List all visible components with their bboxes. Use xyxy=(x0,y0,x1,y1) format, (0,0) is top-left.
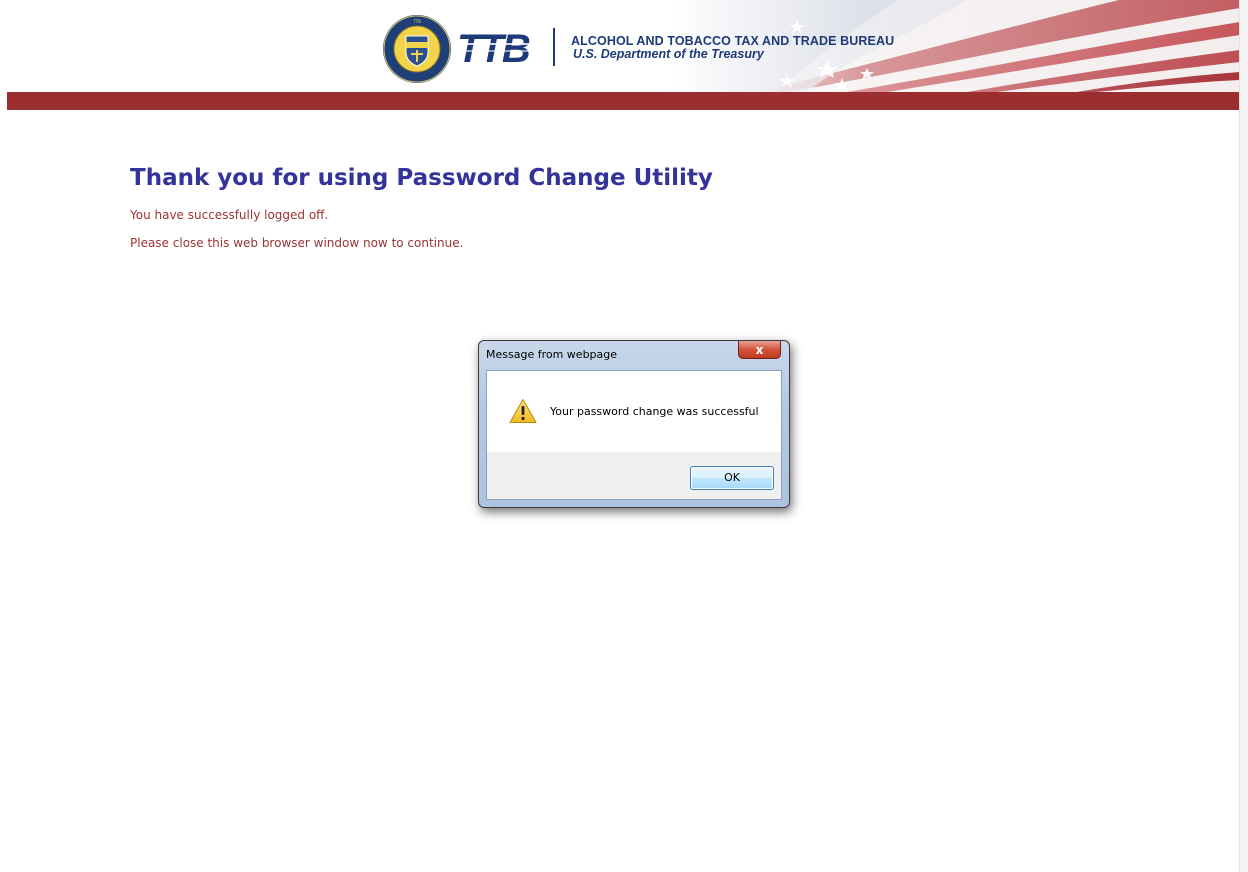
agency-name: ALCOHOL AND TOBACCO TAX AND TRADE BUREAU xyxy=(571,34,895,48)
ttb-logo: TTB xyxy=(457,27,543,71)
browser-page: TTB TTB ALCOHOL AND TOBACCO TAX AND TRAD… xyxy=(0,0,1248,872)
logged-off-message: You have successfully logged off. xyxy=(130,208,329,222)
dialog-close-button[interactable]: x xyxy=(738,341,781,359)
close-icon: x xyxy=(755,342,764,357)
dialog-message: Your password change was successful xyxy=(550,405,759,418)
ok-button[interactable]: OK xyxy=(690,466,774,490)
warning-icon xyxy=(509,399,537,423)
svg-text:TTB: TTB xyxy=(457,27,530,71)
site-banner: TTB TTB ALCOHOL AND TOBACCO TAX AND TRAD… xyxy=(7,0,1240,92)
logo-divider xyxy=(553,28,555,66)
dialog-body: Your password change was successful OK xyxy=(486,370,782,500)
treasury-seal-logo: TTB xyxy=(383,15,451,83)
banner-accent-bar xyxy=(7,92,1240,110)
alert-dialog: Message from webpage x Your password cha… xyxy=(478,340,790,508)
dialog-title: Message from webpage xyxy=(486,348,618,361)
vertical-scrollbar[interactable] xyxy=(1239,0,1248,872)
svg-text:TTB: TTB xyxy=(412,19,421,24)
page-title: Thank you for using Password Change Util… xyxy=(130,165,713,191)
department-name: U.S. Department of the Treasury xyxy=(573,47,764,61)
close-window-message: Please close this web browser window now… xyxy=(130,236,464,250)
